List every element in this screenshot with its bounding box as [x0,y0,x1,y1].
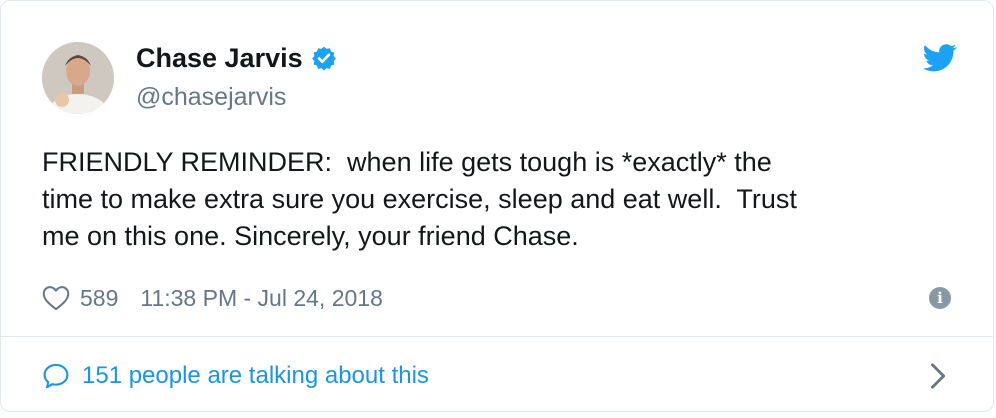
like-count[interactable]: 589 [80,285,118,312]
conversation-label[interactable]: 151 people are talking about this [82,362,429,390]
author-name-row[interactable]: Chase Jarvis [136,41,337,75]
heart-icon[interactable] [42,285,70,311]
author-handle[interactable]: @chasejarvis [136,81,286,113]
avatar[interactable] [42,42,114,114]
tweet-text: FRIENDLY REMINDER: when life gets tough … [42,147,797,251]
tweet-card[interactable]: Chase Jarvis @chasejarvis FRIENDLY REMIN… [0,0,994,412]
avatar-photo [42,42,114,114]
chevron-right-icon[interactable] [929,362,947,390]
twitter-bird-icon[interactable] [923,43,957,73]
verified-badge-icon [311,46,336,71]
author-display-name[interactable]: Chase Jarvis [136,41,303,75]
speech-bubble-icon [43,363,69,389]
tweet-timestamp[interactable]: 11:38 PM - Jul 24, 2018 [140,285,383,312]
conversation-link[interactable]: 151 people are talking about this [42,359,429,393]
tweet-meta: 589 11:38 PM - Jul 24, 2018 [42,281,383,315]
divider [1,336,993,337]
info-icon[interactable]: i [929,287,951,309]
